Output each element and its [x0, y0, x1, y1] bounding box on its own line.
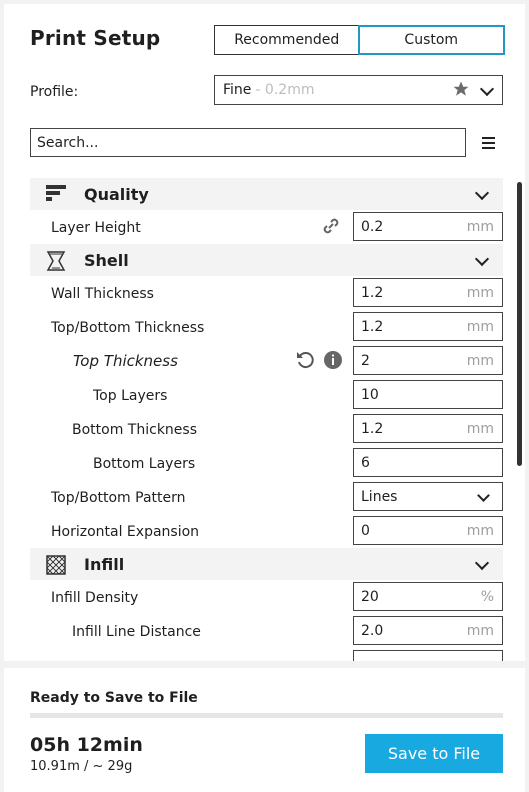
save-to-file-button[interactable]: Save to File — [365, 734, 503, 773]
section-shell[interactable]: Shell — [30, 244, 503, 276]
field-value: Lines — [361, 488, 398, 505]
setting-row-infill-line-distance: Infill Line Distance 2.0 mm — [30, 614, 503, 648]
setting-row-topbottom-pattern: Top/Bottom Pattern Lines — [30, 480, 503, 514]
setting-row-topbottom-thickness: Top/Bottom Thickness 1.2 mm — [30, 310, 503, 344]
field-value: 0 — [361, 522, 370, 539]
chevron-down-icon — [479, 81, 495, 97]
bottom-thickness-input[interactable]: 1.2 mm — [353, 414, 503, 443]
field-unit: mm — [466, 522, 494, 539]
infill-line-distance-input[interactable]: 2.0 mm — [353, 616, 503, 645]
setting-label: Infill Line Distance — [72, 624, 201, 640]
infill-density-input[interactable]: 20 % — [353, 582, 503, 611]
settings-scrollbar[interactable] — [517, 182, 522, 466]
tab-custom[interactable]: Custom — [357, 25, 505, 55]
setting-label: Layer Height — [51, 220, 141, 236]
setting-label: Top Layers — [93, 388, 168, 404]
field-unit: mm — [466, 420, 494, 437]
field-unit: mm — [466, 218, 494, 235]
setting-label: Top/Bottom Pattern — [51, 490, 186, 506]
profile-label: Profile: — [30, 84, 79, 100]
print-setup-panel: Print Setup Recommended Custom Profile: … — [4, 4, 525, 661]
profile-value: Fine — [223, 82, 252, 98]
settings-list: Quality Layer Height 0.2 mm Shell Wall T… — [30, 178, 503, 661]
setting-row-bottom-layers: Bottom Layers 6 — [30, 446, 503, 480]
setting-row-infill-density: Infill Density 20 % — [30, 580, 503, 614]
field-value: 20 — [361, 588, 379, 605]
field-unit: mm — [466, 352, 494, 369]
print-time: 05h 12min — [30, 734, 143, 756]
field-unit: mm — [466, 284, 494, 301]
chevron-down-icon — [474, 555, 490, 571]
field-value: 10 — [361, 386, 379, 403]
setting-label: Wall Thickness — [51, 286, 154, 302]
wall-thickness-input[interactable]: 1.2 mm — [353, 278, 503, 307]
status-text: Ready to Save to File — [30, 690, 198, 706]
setting-label: Horizontal Expansion — [51, 524, 200, 540]
chevron-down-icon — [477, 489, 490, 502]
field-value: 0.2 — [361, 218, 384, 235]
setting-label: Top Thickness — [73, 352, 178, 370]
field-value: 2 — [361, 352, 370, 369]
top-layers-input[interactable]: 10 — [353, 380, 503, 409]
setting-label: Bottom Layers — [93, 456, 196, 472]
setting-row-top-layers: Top Layers 10 — [30, 378, 503, 412]
field-value: 1.2 — [361, 420, 384, 437]
setting-row-partial — [30, 648, 503, 661]
layer-height-input[interactable]: 0.2 mm — [353, 212, 503, 241]
field-unit: % — [480, 588, 494, 605]
section-label: Infill — [84, 554, 125, 574]
field-unit: mm — [466, 622, 494, 639]
profile-subtitle: - 0.2mm — [255, 82, 315, 98]
quality-icon — [46, 185, 66, 203]
chevron-down-icon — [474, 185, 490, 201]
shell-icon — [46, 251, 66, 271]
field-unit: mm — [466, 318, 494, 335]
reset-icon[interactable] — [295, 350, 315, 374]
horizontal-expansion-input[interactable]: 0 mm — [353, 516, 503, 545]
progress-bar — [30, 713, 503, 718]
link-icon[interactable] — [322, 217, 340, 239]
topbottom-thickness-input[interactable]: 1.2 mm — [353, 312, 503, 341]
section-label: Shell — [84, 250, 129, 270]
mode-tabs: Recommended Custom — [214, 25, 505, 55]
setting-row-wall-thickness: Wall Thickness 1.2 mm — [30, 276, 503, 310]
setting-row-layer-height: Layer Height 0.2 mm — [30, 210, 503, 244]
bottom-layers-input[interactable]: 6 — [353, 448, 503, 477]
setting-row-horizontal-expansion: Horizontal Expansion 0 mm — [30, 514, 503, 548]
search-input[interactable]: Search... — [30, 128, 466, 157]
topbottom-pattern-select[interactable]: Lines — [353, 482, 503, 511]
setting-label: Bottom Thickness — [72, 422, 197, 438]
tab-recommended[interactable]: Recommended — [215, 26, 359, 54]
field-value: 1.2 — [361, 318, 384, 335]
field-value: 2.0 — [361, 622, 384, 639]
info-icon[interactable] — [324, 351, 342, 373]
star-icon[interactable] — [452, 80, 470, 103]
top-thickness-input[interactable]: 2 mm — [353, 346, 503, 375]
settings-menu-icon[interactable] — [482, 137, 495, 149]
output-panel: Ready to Save to File 05h 12min 10.91m /… — [4, 668, 525, 792]
section-label: Quality — [84, 184, 149, 204]
chevron-down-icon — [474, 251, 490, 267]
setting-label: Infill Density — [51, 590, 139, 606]
field-value: 6 — [361, 454, 370, 471]
profile-dropdown[interactable]: Fine - 0.2mm — [214, 75, 503, 105]
partial-input[interactable] — [353, 650, 503, 661]
setting-label: Top/Bottom Thickness — [51, 320, 205, 336]
setting-row-top-thickness: Top Thickness 2 mm — [30, 344, 503, 378]
material-estimate: 10.91m / ~ 29g — [30, 759, 133, 774]
setting-row-bottom-thickness: Bottom Thickness 1.2 mm — [30, 412, 503, 446]
section-infill[interactable]: Infill — [30, 548, 503, 580]
infill-icon — [46, 555, 66, 575]
field-value: 1.2 — [361, 284, 384, 301]
section-quality[interactable]: Quality — [30, 178, 503, 210]
page-title: Print Setup — [30, 26, 161, 50]
